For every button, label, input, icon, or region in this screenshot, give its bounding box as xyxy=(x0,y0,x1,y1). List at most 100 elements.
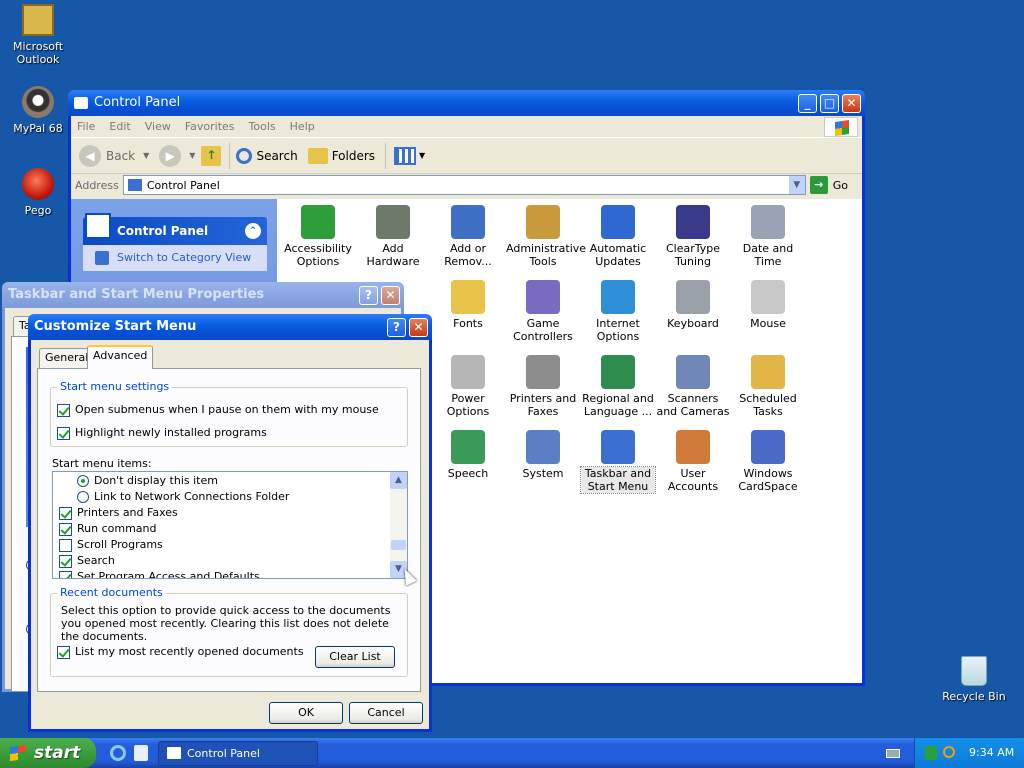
maximize-button[interactable]: □ xyxy=(820,94,839,113)
cp-item[interactable]: Taskbar and Start Menu xyxy=(580,430,656,494)
cp-item[interactable]: ClearType Tuning xyxy=(656,205,730,268)
cp-item[interactable]: Power Options xyxy=(431,355,505,418)
scroll-thumb[interactable] xyxy=(391,540,406,550)
search-button[interactable]: Search xyxy=(236,147,298,164)
cancel-button[interactable]: Cancel xyxy=(349,702,423,724)
cp-item[interactable]: Scheduled Tasks xyxy=(731,355,805,418)
help-button[interactable]: ? xyxy=(387,318,406,337)
cp-item[interactable]: Accessibility Options xyxy=(281,205,355,268)
collapse-chevron-icon[interactable]: ⌃ xyxy=(245,223,261,239)
cp-item[interactable]: Windows CardSpace xyxy=(731,430,805,493)
minimize-button[interactable]: _ xyxy=(798,94,817,113)
checkbox[interactable] xyxy=(57,403,70,417)
desktop-icon-outlook[interactable]: Microsoft Outlook xyxy=(0,4,78,66)
cp-item[interactable]: User Accounts xyxy=(656,430,730,493)
radio-button[interactable] xyxy=(77,491,89,503)
menu-file[interactable]: File xyxy=(77,120,95,133)
clock[interactable]: 9:34 AM xyxy=(969,738,1014,768)
cp-item[interactable]: Mouse xyxy=(731,280,805,330)
list-item[interactable]: Don't display this item xyxy=(77,473,218,489)
cp-item[interactable]: Fonts xyxy=(431,280,505,330)
cp-item[interactable]: Speech xyxy=(431,430,505,480)
list-item[interactable]: Scroll Programs xyxy=(59,537,163,553)
address-dropdown-button[interactable]: ▼ xyxy=(788,176,805,194)
keyboard-icon[interactable] xyxy=(886,749,900,758)
close-button[interactable]: ✕ xyxy=(381,286,400,305)
checkbox[interactable] xyxy=(59,538,72,552)
ok-button[interactable]: OK xyxy=(269,702,343,724)
up-folder-icon[interactable]: ↑ xyxy=(201,145,222,166)
control-panel-titlebar[interactable]: Control Panel _ □ ✕ xyxy=(68,90,865,116)
checkbox[interactable] xyxy=(57,645,70,659)
cp-item[interactable]: Administrative Tools xyxy=(506,205,586,268)
task-pane-header[interactable]: Control Panel ⌃ xyxy=(83,213,267,245)
address-field[interactable]: Control Panel ▼ xyxy=(122,175,806,195)
radio-button[interactable] xyxy=(77,475,89,487)
scroll-up-button[interactable]: ▲ xyxy=(390,472,407,489)
customize-titlebar[interactable]: Customize Start Menu ? ✕ xyxy=(28,314,432,340)
list-item[interactable]: Printers and Faxes xyxy=(59,505,178,521)
desktop-icon-mypal[interactable]: MyPal 68 xyxy=(0,86,78,135)
tab-advanced[interactable]: Advanced xyxy=(87,345,154,369)
tab-label: Advanced xyxy=(93,349,148,362)
setting-highlight-programs[interactable]: Highlight newly installed programs xyxy=(57,425,267,441)
menu-favorites[interactable]: Favorites xyxy=(185,120,235,133)
menu-view[interactable]: View xyxy=(145,120,171,133)
checkbox[interactable] xyxy=(59,522,72,536)
forward-button[interactable]: ▶ ▼ xyxy=(159,144,195,167)
cp-item[interactable]: Add or Remov... xyxy=(431,205,505,268)
cp-item-label: User Accounts xyxy=(667,467,719,493)
cp-item[interactable]: Internet Options xyxy=(581,280,655,343)
desktop-icon-label: Pego xyxy=(24,204,52,217)
help-button[interactable]: ? xyxy=(359,286,378,305)
taskbar-task-control-panel[interactable]: Control Panel xyxy=(158,741,318,766)
cp-item-label: Fonts xyxy=(453,317,483,330)
list-item[interactable]: Set Program Access and Defaults xyxy=(59,569,260,578)
setting-open-submenus[interactable]: Open submenus when I pause on them with … xyxy=(57,402,379,418)
checkbox[interactable] xyxy=(59,554,72,568)
cp-item[interactable]: Automatic Updates xyxy=(581,205,655,268)
cp-item-icon xyxy=(451,205,485,239)
clear-list-button[interactable]: Clear List xyxy=(315,646,395,668)
cp-item[interactable]: Scanners and Cameras xyxy=(656,355,730,418)
close-button[interactable]: ✕ xyxy=(842,94,861,113)
menu-help[interactable]: Help xyxy=(290,120,315,133)
views-button[interactable]: ▼ xyxy=(394,146,425,165)
cp-item[interactable]: Regional and Language ... xyxy=(581,355,655,418)
menu-edit[interactable]: Edit xyxy=(109,120,130,133)
cp-item[interactable]: Game Controllers xyxy=(506,280,580,343)
list-item[interactable]: Run command xyxy=(59,521,157,537)
checkbox[interactable] xyxy=(57,426,70,440)
recent-description: Select this option to provide quick acce… xyxy=(61,604,391,643)
close-button[interactable]: ✕ xyxy=(409,318,428,337)
list-scrollbar[interactable]: ▲ ▼ xyxy=(390,472,407,578)
internet-explorer-icon[interactable] xyxy=(110,745,126,761)
outlook-icon xyxy=(22,4,54,36)
search-tray-icon[interactable] xyxy=(943,746,955,758)
checkbox[interactable] xyxy=(59,506,72,520)
cp-item[interactable]: Date and Time xyxy=(731,205,805,268)
folders-button[interactable]: Folders xyxy=(307,147,375,164)
cp-item[interactable]: Keyboard xyxy=(656,280,730,330)
back-button[interactable]: ◀ Back ▼ xyxy=(79,144,149,167)
go-button[interactable]: → Go xyxy=(809,176,848,194)
taskbar-properties-titlebar[interactable]: Taskbar and Start Menu Properties ? ✕ xyxy=(2,282,404,308)
outlook-express-icon[interactable] xyxy=(134,745,148,761)
start-button[interactable]: start xyxy=(0,738,96,768)
recent-documents-option[interactable]: List my most recently opened documents xyxy=(57,644,304,660)
cp-item[interactable]: Add Hardware xyxy=(356,205,430,268)
cp-item[interactable]: System xyxy=(506,430,580,480)
menu-bar: File Edit View Favorites Tools Help xyxy=(71,116,862,138)
network-icon[interactable] xyxy=(925,746,937,760)
checkbox[interactable] xyxy=(59,570,72,578)
dialog-title: Customize Start Menu xyxy=(34,319,197,334)
menu-tools[interactable]: Tools xyxy=(249,120,276,133)
cp-item-label: Printers and Faxes xyxy=(509,392,577,418)
cp-item[interactable]: Printers and Faxes xyxy=(506,355,580,418)
switch-to-category-view-link[interactable]: Switch to Category View xyxy=(83,245,267,271)
start-menu-items-list[interactable]: Don't display this item Link to Network C… xyxy=(52,471,408,579)
desktop-icon-pego[interactable]: Pego xyxy=(0,168,78,217)
list-item[interactable]: Search xyxy=(59,553,115,569)
desktop-icon-recycle-bin[interactable]: Recycle Bin xyxy=(934,656,1014,703)
list-item[interactable]: Link to Network Connections Folder xyxy=(77,489,289,505)
